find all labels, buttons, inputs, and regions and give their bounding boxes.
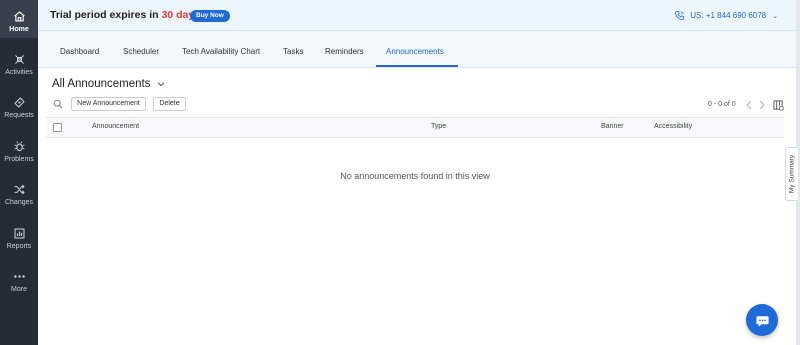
tab-tech-availability-chart[interactable]: Tech Availability Chart (182, 31, 260, 68)
chat-button[interactable] (746, 304, 778, 336)
requests-icon (14, 97, 24, 108)
search-icon[interactable] (53, 99, 63, 109)
view-selector[interactable]: All Announcements (52, 78, 165, 90)
sidebar-item-label: Activities (5, 69, 33, 76)
chevron-right-icon[interactable] (758, 100, 766, 110)
buy-now-button[interactable]: Buy Now (190, 10, 230, 22)
delete-button[interactable]: Delete (153, 97, 186, 111)
tab-reminders[interactable]: Reminders (325, 31, 364, 68)
my-summary-label: My Summary (788, 154, 796, 194)
tab-announcements[interactable]: Announcements (386, 31, 444, 68)
empty-state-message: No announcements found in this view (340, 171, 490, 181)
pagination-count: 0 - 0 of 0 (708, 101, 736, 108)
chevron-down-icon: ⌄ (772, 12, 778, 20)
sidebar-item-problems[interactable]: Problems (0, 140, 38, 164)
sidebar-item-label: Problems (4, 156, 34, 163)
chat-icon (755, 315, 769, 327)
activities-icon (14, 55, 24, 64)
phone-icon (675, 10, 685, 21)
table-header: Announcement Type Banner Accessibility (46, 117, 784, 138)
sidebar-item-changes[interactable]: Changes (0, 183, 38, 207)
changes-icon (14, 184, 25, 195)
sidebar-item-requests[interactable]: Requests (0, 96, 38, 120)
home-icon (13, 11, 25, 22)
chevron-left-icon[interactable] (745, 100, 753, 110)
sidebar-item-label: More (11, 286, 27, 293)
trial-banner: Trial period expires in 30 days Buy Now … (38, 0, 798, 31)
sidebar-item-label: Requests (4, 112, 34, 119)
sidebar-item-label: Home (9, 26, 29, 33)
sidebar-item-activities[interactable]: Activities (0, 53, 38, 77)
sidebar-item-label: Changes (4, 199, 34, 206)
phone-selector[interactable]: US: +1 844 690 6078 ⌄ (674, 10, 778, 21)
trial-message: Trial period expires in 30 days (50, 9, 200, 21)
tab-scheduler[interactable]: Scheduler (123, 31, 159, 68)
reports-icon (14, 228, 24, 239)
phone-number: US: +1 844 690 6078 (690, 11, 767, 20)
sidebar-item-reports[interactable]: Reports (0, 227, 38, 251)
view-title: All Announcements (52, 78, 151, 90)
column-header-announcement[interactable]: Announcement (92, 123, 139, 130)
column-header-type[interactable]: Type (431, 123, 446, 130)
sidebar-item-label: Reports (6, 243, 32, 250)
column-settings-icon[interactable] (773, 100, 784, 111)
column-header-accessibility[interactable]: Accessibility (654, 123, 692, 130)
sidebar-item-more[interactable]: More (0, 270, 38, 294)
more-icon (13, 275, 25, 278)
sidebar-item-home[interactable]: Home (0, 0, 38, 38)
select-all-checkbox[interactable] (53, 123, 62, 132)
tab-tasks[interactable]: Tasks (283, 31, 303, 68)
problems-icon (13, 141, 25, 152)
column-header-banner[interactable]: Banner (601, 123, 624, 130)
app-root: Home Activities Requests Problems Change… (0, 0, 800, 345)
chevron-down-icon (158, 82, 165, 87)
my-summary-tab[interactable]: My Summary (785, 147, 798, 201)
tab-dashboard[interactable]: Dashboard (60, 31, 99, 68)
new-announcement-button[interactable]: New Announcement (71, 97, 146, 111)
active-tab-indicator (376, 65, 458, 67)
module-tabs: Dashboard Scheduler Tech Availability Ch… (38, 31, 798, 68)
trial-prefix: Trial period expires in (50, 9, 159, 21)
sidebar: Home Activities Requests Problems Change… (0, 0, 38, 345)
